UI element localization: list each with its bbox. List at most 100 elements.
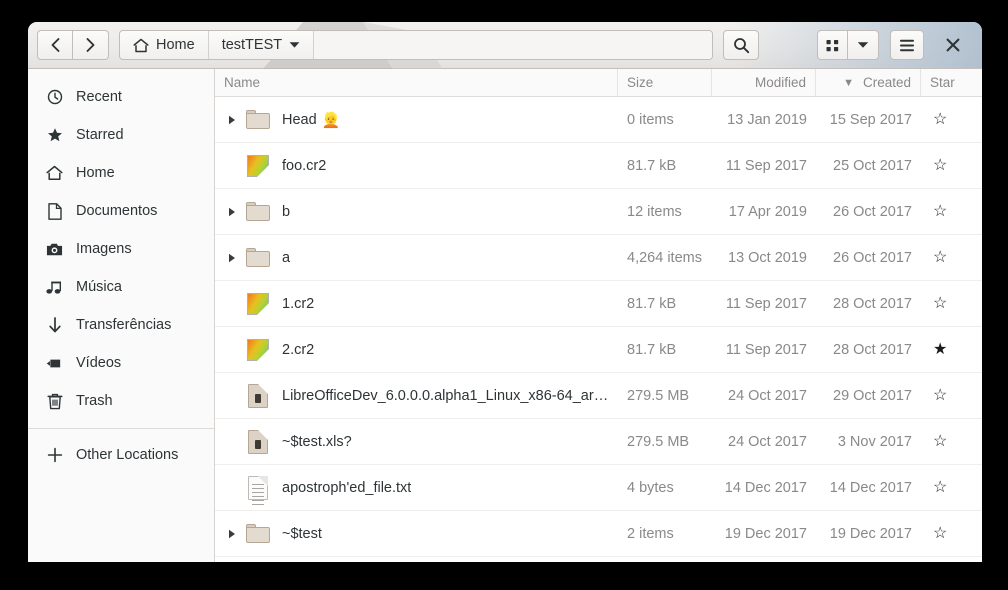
file-modified-cell: 13 Jan 2019 (727, 111, 807, 128)
file-star-cell[interactable]: ☆ (921, 511, 982, 556)
file-size-cell: 0 items (627, 111, 674, 128)
sidebar-item-videos[interactable]: Vídeos (28, 344, 214, 382)
expander-triangle-icon[interactable] (224, 207, 240, 217)
table-row[interactable]: 2.cr2 81.7 kB 11 Sep 2017 28 Oct 2017 ★ (215, 327, 982, 373)
archive-file-icon (248, 429, 268, 454)
file-name-label: foo.cr2 (282, 157, 327, 174)
image-thumbnail-icon (247, 292, 269, 315)
grid-view-button[interactable] (817, 30, 848, 60)
breadcrumb-home-label: Home (156, 37, 195, 53)
file-name-cell[interactable]: 2.cr2 (215, 327, 618, 372)
text-file-icon (248, 475, 268, 505)
file-created-cell: 3 Nov 2017 (837, 433, 912, 450)
table-row[interactable]: foo.cr2 81.7 kB 11 Sep 2017 25 Oct 2017 ☆ (215, 143, 982, 189)
search-button[interactable] (723, 30, 760, 60)
file-created-cell: 28 Oct 2017 (833, 341, 912, 358)
star-empty-icon: ☆ (933, 156, 948, 174)
file-star-cell[interactable]: ☆ (921, 97, 982, 142)
path-bar-empty-area[interactable] (314, 31, 713, 59)
star-empty-icon: ☆ (933, 524, 948, 542)
file-name-cell[interactable]: b (215, 189, 618, 234)
file-type-icon (245, 202, 271, 221)
file-name-cell[interactable]: 1.cr2 (215, 281, 618, 326)
navigation-buttons (37, 30, 109, 60)
file-created-cell: 19 Dec 2017 (829, 525, 912, 542)
expander-triangle-icon[interactable] (224, 529, 240, 539)
file-name-label: ~$test (282, 525, 322, 542)
table-row[interactable]: 1.cr2 81.7 kB 11 Sep 2017 28 Oct 2017 ☆ (215, 281, 982, 327)
sidebar-item-label: Vídeos (76, 355, 122, 371)
sidebar-item-imagens[interactable]: Imagens (28, 230, 214, 268)
file-name-label: a (282, 249, 291, 266)
file-type-icon (245, 383, 271, 408)
sidebar-item-documentos[interactable]: Documentos (28, 192, 214, 230)
file-name-label: LibreOfficeDev_6.0.0.0.alpha1_Linux_x86-… (282, 387, 609, 404)
table-row[interactable]: LibreOfficeDev_6.0.0.0.alpha1_Linux_x86-… (215, 373, 982, 419)
file-name-cell[interactable]: ~$test (215, 511, 618, 556)
table-row[interactable]: b 12 items 17 Apr 2019 26 Oct 2017 ☆ (215, 189, 982, 235)
file-modified-cell: 11 Sep 2017 (725, 295, 807, 312)
sidebar-item-starred[interactable]: Starred (28, 116, 214, 154)
sidebar-item-home[interactable]: Home (28, 154, 214, 192)
breadcrumb-current[interactable]: testTEST (209, 31, 315, 59)
back-button[interactable] (37, 30, 73, 60)
sidebar-item-recent[interactable]: Recent (28, 78, 214, 116)
grid-view-icon (826, 39, 839, 51)
file-star-cell[interactable]: ☆ (921, 235, 982, 280)
file-star-cell[interactable]: ☆ (921, 189, 982, 234)
file-name-cell[interactable]: Head 👱 (215, 97, 618, 142)
sidebar-item-label: Documentos (76, 203, 158, 219)
table-row[interactable]: ~$test 2 items 19 Dec 2017 19 Dec 2017 ☆ (215, 511, 982, 557)
file-modified-cell: 17 Apr 2019 (728, 203, 807, 220)
file-star-cell[interactable]: ☆ (921, 143, 982, 188)
sidebar-item-other-locations[interactable]: Other Locations (28, 436, 214, 474)
file-name-cell[interactable]: ~$test.xls? (215, 419, 618, 464)
main-menu-button[interactable] (890, 30, 924, 60)
file-star-cell[interactable]: ☆ (921, 281, 982, 326)
expander-triangle-icon[interactable] (224, 115, 240, 125)
sidebar-item-musica[interactable]: Música (28, 268, 214, 306)
file-name-label: b (282, 203, 291, 220)
sidebar-item-trash[interactable]: Trash (28, 382, 214, 420)
file-name-cell[interactable]: LibreOfficeDev_6.0.0.0.alpha1_Linux_x86-… (215, 373, 618, 418)
column-header-size[interactable]: Size (618, 69, 712, 96)
table-row[interactable]: Head 👱 0 items 13 Jan 2019 15 Sep 2017 ☆ (215, 97, 982, 143)
file-name-cell[interactable]: a (215, 235, 618, 280)
sidebar-item-transferencias[interactable]: Transferências (28, 306, 214, 344)
file-name-cell[interactable]: foo.cr2 (215, 143, 618, 188)
file-modified-cell: 19 Dec 2017 (724, 525, 807, 542)
folder-icon (246, 110, 270, 129)
file-star-cell[interactable]: ☆ (921, 419, 982, 464)
sidebar-separator (28, 428, 214, 429)
column-header-modified[interactable]: Modified (712, 69, 816, 96)
breadcrumb-home[interactable]: Home (120, 31, 209, 59)
column-header-name[interactable]: Name (215, 69, 618, 96)
sidebar-item-label: Other Locations (76, 447, 179, 463)
file-list: Name Size Modified ▼ Created Star Head 👱 0… (215, 69, 982, 562)
table-row[interactable]: apostroph'ed_file.txt 4 bytes 14 Dec 2017 1… (215, 465, 982, 511)
file-type-icon (245, 429, 271, 454)
video-camera-icon (46, 355, 63, 372)
forward-button[interactable] (73, 30, 109, 60)
window-body: Recent Starred Home Documentos Imagens M… (28, 69, 982, 562)
expander-triangle-icon[interactable] (224, 253, 240, 263)
chevron-right-icon (86, 38, 95, 52)
file-created-cell: 14 Dec 2017 (829, 479, 912, 496)
file-size-cell: 279.5 MB (627, 433, 690, 450)
file-name-cell[interactable]: apostroph'ed_file.txt (215, 465, 618, 510)
file-star-cell[interactable]: ☆ (921, 373, 982, 418)
file-star-cell[interactable]: ☆ (921, 465, 982, 510)
column-header-star[interactable]: Star (921, 69, 982, 96)
table-row[interactable]: ~$test.xls? 279.5 MB 24 Oct 2017 3 Nov 2017… (215, 419, 982, 465)
close-window-button[interactable] (936, 30, 970, 60)
file-type-icon (245, 110, 271, 129)
file-size-cell: 2 items (627, 525, 674, 542)
header-right-controls (817, 30, 973, 60)
column-header-created[interactable]: ▼ Created (816, 69, 921, 96)
file-manager-window: Home testTEST Recent Starred Home Docume… (28, 22, 982, 562)
file-star-cell[interactable]: ★ (921, 327, 982, 372)
view-options-dropdown-button[interactable] (848, 30, 879, 60)
table-row[interactable]: a 4,264 items 13 Oct 2019 26 Oct 2017 ☆ (215, 235, 982, 281)
file-created-cell: 28 Oct 2017 (833, 295, 912, 312)
file-type-icon (245, 475, 271, 505)
